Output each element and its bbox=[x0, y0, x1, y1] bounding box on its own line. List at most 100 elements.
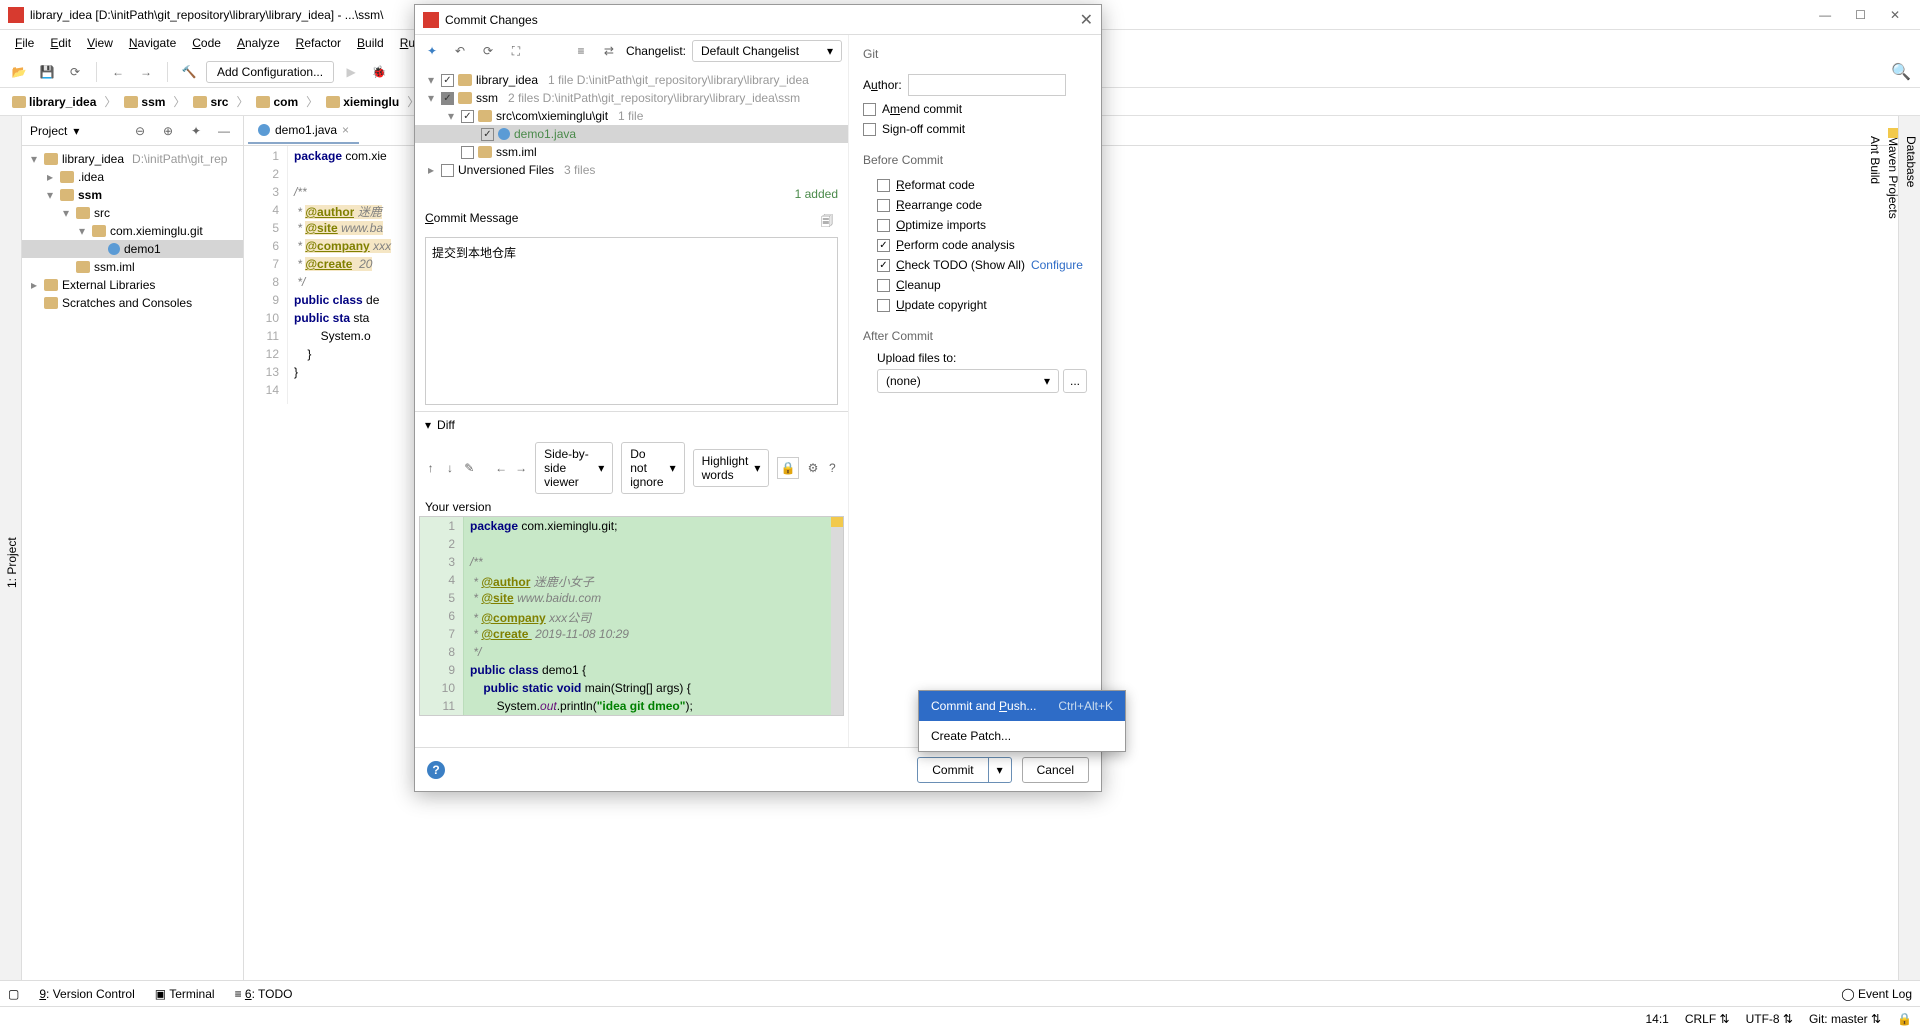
menu-analyze[interactable]: Analyze bbox=[230, 33, 287, 53]
todo-button[interactable]: ≡ 6: TODO bbox=[235, 987, 293, 1001]
tree-External Libraries[interactable]: ▸External Libraries bbox=[22, 276, 243, 294]
tree-com.xieminglu.git[interactable]: ▾com.xieminglu.git bbox=[22, 222, 243, 240]
menu-build[interactable]: Build bbox=[350, 33, 391, 53]
history-icon[interactable]: 🗐 bbox=[816, 211, 838, 233]
highlight-select[interactable]: Highlight words▾ bbox=[693, 449, 770, 487]
group-icon[interactable]: ⇄ bbox=[598, 40, 620, 62]
create-patch-item[interactable]: Create Patch... bbox=[919, 721, 1125, 751]
checkbox[interactable] bbox=[461, 110, 474, 123]
upload-select[interactable]: (none)▾ bbox=[877, 369, 1059, 393]
tree-demo1[interactable]: demo1 bbox=[22, 240, 243, 258]
maximize-icon[interactable]: ☐ bbox=[1855, 8, 1866, 22]
gear-diff-icon[interactable]: ⚙ bbox=[807, 457, 818, 479]
change-demo1.java[interactable]: demo1.java bbox=[415, 125, 848, 143]
dialog-close-icon[interactable]: ✕ bbox=[1080, 10, 1093, 30]
change-Unversioned Files[interactable]: ▸Unversioned Files3 files bbox=[415, 161, 848, 179]
menu-file[interactable]: File bbox=[8, 33, 41, 53]
back-icon[interactable]: ← bbox=[107, 61, 129, 83]
menu-edit[interactable]: Edit bbox=[43, 33, 78, 53]
rail-database[interactable]: Database bbox=[1902, 126, 1920, 1000]
opt-checkbox[interactable] bbox=[877, 199, 890, 212]
tree-src[interactable]: ▾src bbox=[22, 204, 243, 222]
fwd-diff-icon[interactable]: → bbox=[515, 457, 527, 479]
checkbox[interactable] bbox=[441, 164, 454, 177]
next-diff-icon[interactable]: ↓ bbox=[444, 457, 455, 479]
changelist-select[interactable]: Default Changelist▾ bbox=[692, 40, 842, 62]
opt-checkbox[interactable] bbox=[877, 299, 890, 312]
refresh2-icon[interactable]: ⟳ bbox=[477, 40, 499, 62]
diff-icon[interactable]: ⛶ bbox=[505, 40, 527, 62]
debug-icon[interactable]: 🐞 bbox=[368, 61, 390, 83]
collapse-icon[interactable]: ⊖ bbox=[129, 120, 151, 142]
signoff-checkbox[interactable] bbox=[863, 123, 876, 136]
author-input[interactable] bbox=[908, 74, 1066, 96]
event-log-button[interactable]: ◯ Event Log bbox=[1841, 987, 1912, 1001]
commit-button[interactable]: Commit▾ bbox=[917, 757, 1011, 783]
forward-icon[interactable]: → bbox=[135, 61, 157, 83]
help-diff-icon[interactable]: ? bbox=[827, 457, 838, 479]
rail-project[interactable]: 1: Project bbox=[3, 126, 21, 1000]
tree-.idea[interactable]: ▸.idea bbox=[22, 168, 243, 186]
tool-window-icon[interactable]: ▢ bbox=[8, 987, 19, 1001]
ignore-select[interactable]: Do not ignore▾ bbox=[621, 442, 684, 494]
opt-checkbox[interactable] bbox=[877, 239, 890, 252]
search-icon[interactable]: 🔍 bbox=[1890, 61, 1912, 83]
opt-checkbox[interactable] bbox=[877, 179, 890, 192]
terminal-button[interactable]: ▣ Terminal bbox=[155, 987, 215, 1001]
menu-code[interactable]: Code bbox=[185, 33, 228, 53]
revert-icon[interactable]: ↶ bbox=[449, 40, 471, 62]
rail-ant[interactable]: Ant Build bbox=[1866, 126, 1884, 1000]
tree-library_idea[interactable]: ▾library_ideaD:\initPath\git_rep bbox=[22, 150, 243, 168]
checkbox[interactable] bbox=[481, 128, 494, 141]
close-icon[interactable]: ✕ bbox=[1890, 8, 1900, 22]
change-ssm[interactable]: ▾ssm2 files D:\initPath\git_repository\l… bbox=[415, 89, 848, 107]
viewer-select[interactable]: Side-by-side viewer▾ bbox=[535, 442, 613, 494]
change-src\com\xieminglu\git[interactable]: ▾src\com\xieminglu\git1 file bbox=[415, 107, 848, 125]
menu-refactor[interactable]: Refactor bbox=[289, 33, 348, 53]
save-icon[interactable]: 💾 bbox=[36, 61, 58, 83]
tab-close-icon[interactable]: × bbox=[342, 123, 349, 137]
encoding[interactable]: UTF-8 ⇅ bbox=[1746, 1012, 1793, 1026]
expand-icon[interactable]: ≡ bbox=[570, 40, 592, 62]
breadcrumb-xieminglu[interactable]: xieminglu bbox=[322, 93, 403, 111]
lock-diff-icon[interactable]: 🔒 bbox=[777, 457, 799, 479]
tree-ssm[interactable]: ▾ssm bbox=[22, 186, 243, 204]
git-branch[interactable]: Git: master ⇅ bbox=[1809, 1012, 1881, 1026]
amend-checkbox[interactable] bbox=[863, 103, 876, 116]
back-diff-icon[interactable]: ← bbox=[495, 457, 507, 479]
cancel-button[interactable]: Cancel bbox=[1022, 757, 1089, 783]
commit-message-input[interactable] bbox=[425, 237, 838, 405]
add-configuration-button[interactable]: Add Configuration... bbox=[206, 61, 334, 83]
run-icon[interactable]: ▶ bbox=[340, 61, 362, 83]
opt-checkbox[interactable] bbox=[877, 259, 890, 272]
lock-icon[interactable]: 🔒 bbox=[1897, 1012, 1912, 1026]
checkbox[interactable] bbox=[461, 146, 474, 159]
opt-checkbox[interactable] bbox=[877, 279, 890, 292]
tree-ssm.iml[interactable]: ssm.iml bbox=[22, 258, 243, 276]
opt-checkbox[interactable] bbox=[877, 219, 890, 232]
rail-maven[interactable]: Maven Projects bbox=[1884, 126, 1902, 1000]
breadcrumb-src[interactable]: src bbox=[189, 93, 232, 111]
checkbox[interactable] bbox=[441, 74, 454, 87]
breadcrumb-library_idea[interactable]: library_idea bbox=[8, 93, 100, 111]
menu-view[interactable]: View bbox=[80, 33, 120, 53]
minimize-icon[interactable]: — bbox=[1819, 8, 1831, 22]
dropdown-icon[interactable]: ▾ bbox=[73, 124, 79, 138]
diff-scrollbar[interactable] bbox=[831, 517, 843, 715]
edit-icon[interactable]: ✎ bbox=[464, 457, 475, 479]
refresh-icon[interactable]: ✦ bbox=[421, 40, 443, 62]
breadcrumb-com[interactable]: com bbox=[252, 93, 302, 111]
commit-and-push-item[interactable]: Commit and Push...Ctrl+Alt+K bbox=[919, 691, 1125, 721]
locate-icon[interactable]: ⊕ bbox=[157, 120, 179, 142]
open-icon[interactable]: 📂 bbox=[8, 61, 30, 83]
hide-icon[interactable]: — bbox=[213, 120, 235, 142]
change-ssm.iml[interactable]: ssm.iml bbox=[415, 143, 848, 161]
version-control-button[interactable]: 99: Version Control: Version Control bbox=[39, 987, 134, 1001]
prev-diff-icon[interactable]: ↑ bbox=[425, 457, 436, 479]
menu-navigate[interactable]: Navigate bbox=[122, 33, 183, 53]
upload-browse-button[interactable]: ... bbox=[1063, 369, 1087, 393]
checkbox[interactable] bbox=[441, 92, 454, 105]
configure-link[interactable]: Configure bbox=[1031, 258, 1083, 272]
line-sep[interactable]: CRLF ⇅ bbox=[1685, 1012, 1730, 1026]
breadcrumb-ssm[interactable]: ssm bbox=[120, 93, 169, 111]
